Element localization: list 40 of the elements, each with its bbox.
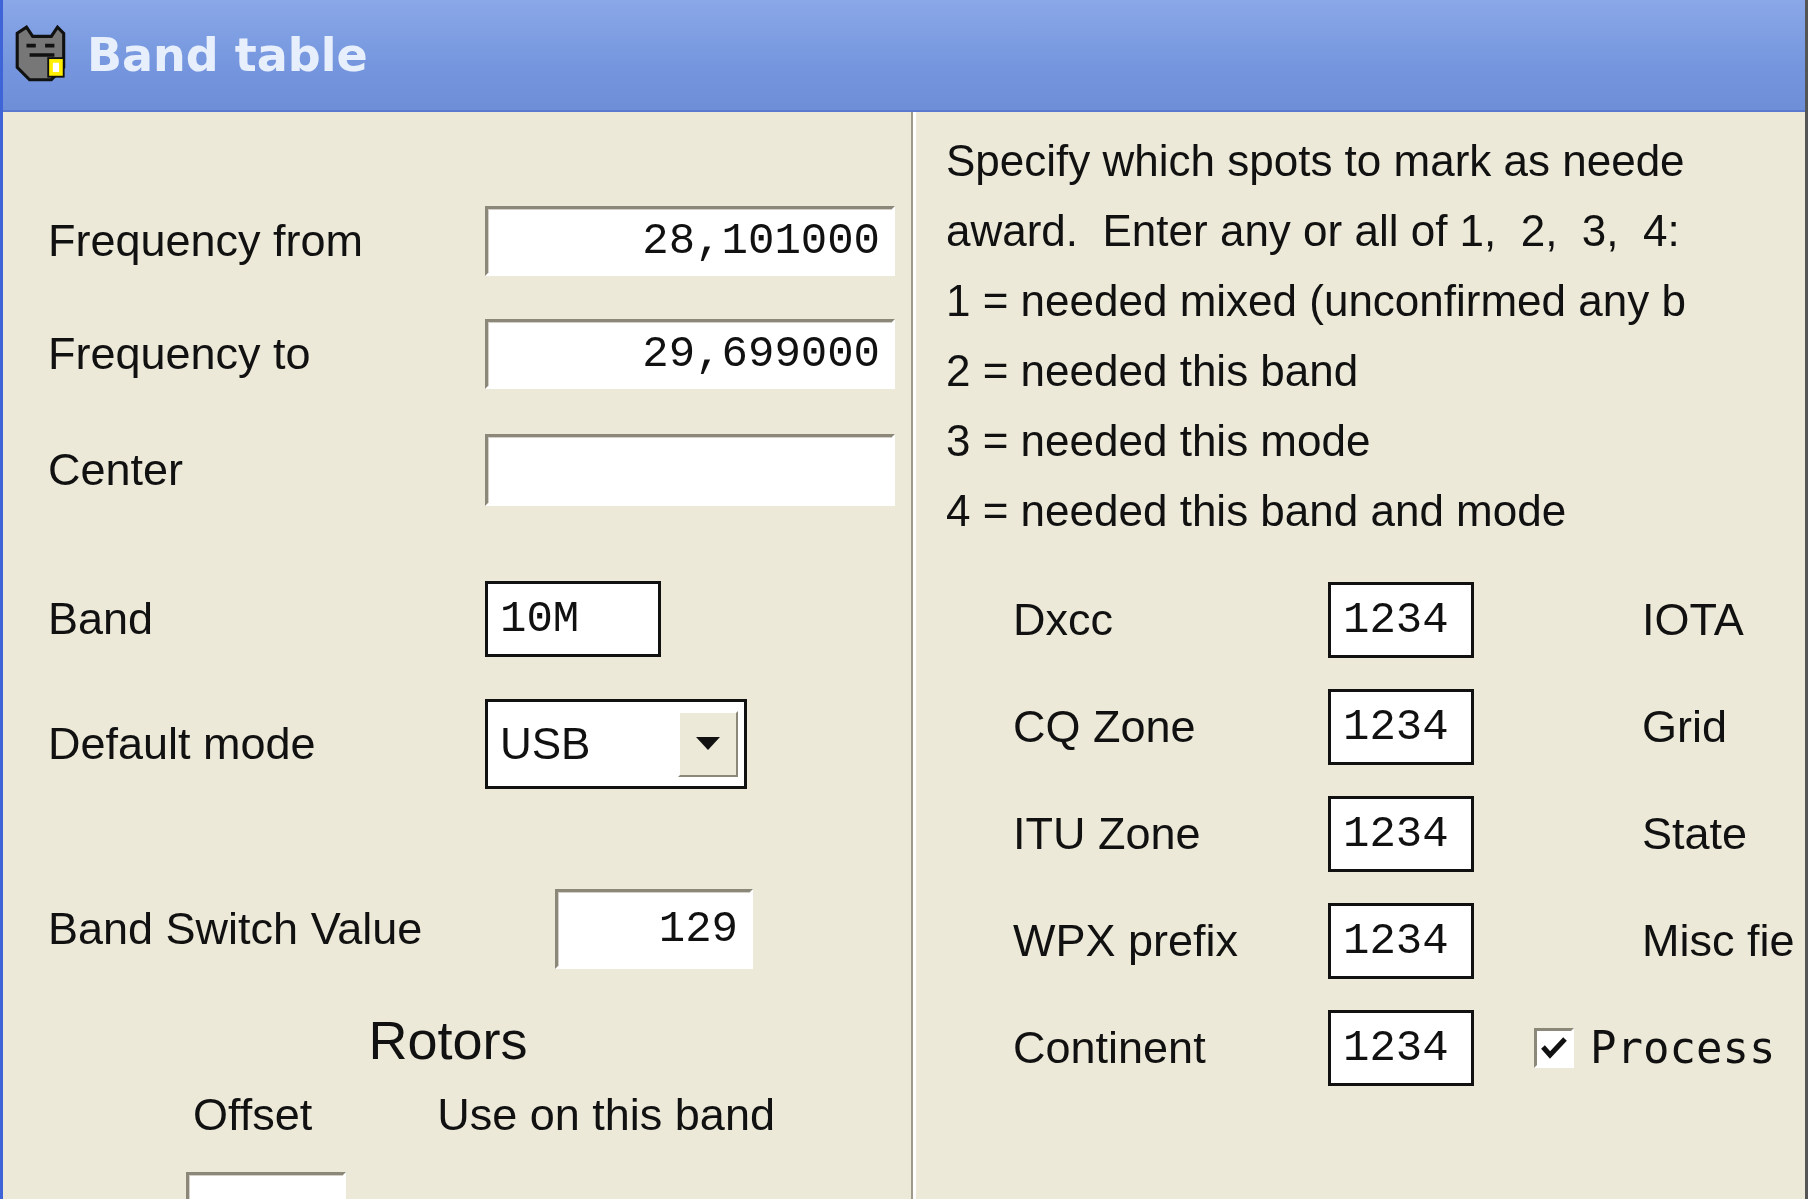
award-label: Misc fie — [1642, 914, 1796, 967]
award-label: CQ Zone — [1013, 700, 1197, 753]
award-label: Continent — [1013, 1021, 1207, 1074]
instruction-text: award. Enter any or all of 1, 2, 3, 4: — [946, 205, 1681, 257]
award-label: Grid — [1642, 700, 1728, 753]
checkbox[interactable] — [1534, 1027, 1574, 1068]
input-field[interactable]: 1234 — [1328, 795, 1474, 872]
input-field[interactable]: 129 — [555, 889, 753, 969]
input-field[interactable]: 1234 — [1328, 1009, 1474, 1086]
checkbox-label[interactable]: Process — [1590, 1022, 1776, 1073]
instruction-text: 4 = needed this band and mode — [946, 485, 1568, 537]
section-heading: Rotors — [368, 1009, 528, 1071]
field-label: Band — [48, 593, 155, 645]
input-field[interactable]: 1234 — [1328, 581, 1474, 658]
instruction-text: 2 = needed this band — [946, 345, 1360, 397]
instruction-text: Specify which spots to mark as neede — [946, 135, 1686, 187]
field-label: Center — [48, 444, 185, 496]
instruction-text: 3 = needed this mode — [946, 415, 1372, 467]
checkmark-icon[interactable] — [1541, 1035, 1567, 1060]
input-field[interactable]: 29,699000 — [485, 319, 895, 389]
award-label: Dxcc — [1013, 593, 1114, 646]
award-label: ITU Zone — [1013, 807, 1202, 860]
window-title: Band table — [87, 28, 368, 82]
input-field[interactable]: 28,101000 — [485, 206, 895, 276]
field-label: Frequency to — [48, 328, 312, 380]
award-label: WPX prefix — [1013, 914, 1240, 967]
dropdown-arrow-icon[interactable] — [696, 737, 720, 751]
column-header: Use on this band — [437, 1089, 775, 1141]
instruction-text: 1 = needed mixed (unconfirmed any b — [946, 275, 1687, 327]
field-label: Frequency from — [48, 215, 365, 267]
input-field[interactable]: 1234 — [1328, 688, 1474, 765]
award-label: State — [1642, 807, 1749, 860]
input-field[interactable] — [485, 434, 895, 506]
column-header: Offset — [193, 1089, 313, 1141]
field-label: Default mode — [48, 718, 317, 770]
input-field[interactable]: 1234 — [1328, 902, 1474, 979]
mode-dropdown[interactable]: USB — [485, 699, 747, 789]
award-label: IOTA — [1642, 593, 1745, 646]
field-label: Band Switch Value — [48, 903, 424, 955]
input-field[interactable]: 10M — [485, 581, 661, 657]
